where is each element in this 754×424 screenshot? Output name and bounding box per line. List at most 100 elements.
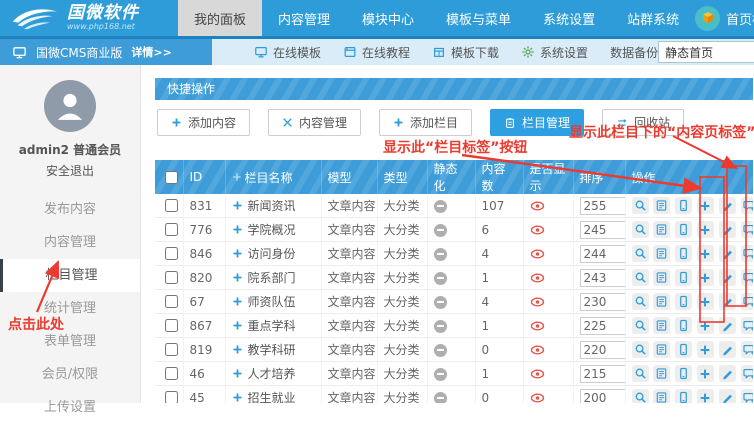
column-tag-icon[interactable] [741,341,753,358]
column-tag-icon[interactable] [741,197,753,214]
add-sub-column-icon[interactable] [697,317,714,334]
mobile-view-icon[interactable] [675,389,692,403]
details-link[interactable]: 详情>> [131,44,171,60]
content-list-icon[interactable] [653,269,670,286]
add-sub-column-icon[interactable] [697,197,714,214]
column-tag-icon[interactable] [741,245,753,262]
eye-icon[interactable] [530,393,567,403]
mobile-view-icon[interactable] [675,197,692,214]
column-tag-icon[interactable] [741,293,753,310]
add-sub-column-icon[interactable] [697,389,714,403]
sort-input[interactable] [580,317,626,335]
select-all-checkbox[interactable] [165,171,178,184]
static-page-select[interactable]: 静态首页 [658,41,754,63]
preview-search-icon[interactable] [632,293,649,310]
static-off-icon[interactable] [434,272,447,285]
link-system-settings[interactable]: 系统设置 [521,44,588,61]
static-off-icon[interactable] [434,248,447,261]
row-checkbox[interactable] [165,223,178,236]
edit-pencil-icon[interactable] [719,293,736,310]
sidebar-item-member-rights[interactable]: 会员/权限 [0,358,140,391]
sidebar-item-content-manage[interactable]: 内容管理 [0,226,140,259]
sort-input[interactable] [580,293,626,311]
sort-input[interactable] [580,245,626,263]
preview-search-icon[interactable] [632,197,649,214]
edit-pencil-icon[interactable] [719,341,736,358]
content-list-icon[interactable] [653,221,670,238]
column-tag-icon[interactable] [741,389,753,403]
edit-pencil-icon[interactable] [719,317,736,334]
sidebar-item-column-manage[interactable]: 栏目管理 [0,259,140,292]
sort-input[interactable] [580,365,626,383]
row-checkbox[interactable] [165,295,178,308]
eye-icon[interactable] [530,249,567,259]
static-off-icon[interactable] [434,320,447,333]
link-data-backup[interactable]: 数据备份 [610,44,658,61]
row-checkbox[interactable] [165,343,178,356]
row-checkbox[interactable] [165,319,178,332]
edit-pencil-icon[interactable] [719,245,736,262]
add-sub-column-icon[interactable] [697,269,714,286]
content-list-icon[interactable] [653,365,670,382]
expand-plus-icon[interactable] [232,368,243,379]
eye-icon[interactable] [530,273,567,283]
preview-search-icon[interactable] [632,365,649,382]
expand-plus-icon[interactable] [232,272,243,283]
row-checkbox[interactable] [165,199,178,212]
row-checkbox[interactable] [165,247,178,260]
add-sub-column-icon[interactable] [697,341,714,358]
static-off-icon[interactable] [434,296,447,309]
row-checkbox[interactable] [165,367,178,380]
preview-search-icon[interactable] [632,341,649,358]
edit-pencil-icon[interactable] [719,389,736,403]
eye-icon[interactable] [530,297,567,307]
column-tag-icon[interactable] [741,317,753,334]
preview-search-icon[interactable] [632,269,649,286]
mobile-view-icon[interactable] [675,293,692,310]
sort-input[interactable] [580,269,626,287]
expand-plus-icon[interactable] [232,296,243,307]
mobile-view-icon[interactable] [675,245,692,262]
add-content-button[interactable]: 添加内容 [157,109,250,136]
mobile-view-icon[interactable] [675,317,692,334]
eye-icon[interactable] [530,321,567,331]
expand-plus-icon[interactable] [232,320,243,331]
sidebar-item-upload-settings[interactable]: 上传设置 [0,391,140,424]
add-sub-column-icon[interactable] [697,365,714,382]
nav-my-panel[interactable]: 我的面板 [178,0,262,36]
logout-link[interactable]: 安全退出 [0,162,140,179]
eye-icon[interactable] [530,345,567,355]
row-checkbox[interactable] [165,391,178,403]
nav-system-settings[interactable]: 系统设置 [527,0,611,36]
link-template-download[interactable]: 模板下载 [432,44,499,61]
mobile-view-icon[interactable] [675,269,692,286]
sidebar-item-publish-content[interactable]: 发布内容 [0,193,140,226]
edit-pencil-icon[interactable] [719,365,736,382]
home-tag-link[interactable]: 首页标签 [726,9,754,28]
edit-pencil-icon[interactable] [719,269,736,286]
column-tag-icon[interactable] [741,269,753,286]
column-tag-icon[interactable] [741,221,753,238]
eye-icon[interactable] [530,201,567,211]
nav-site-group[interactable]: 站群系统 [611,0,695,36]
static-off-icon[interactable] [434,368,447,381]
preview-search-icon[interactable] [632,389,649,403]
column-tag-icon[interactable] [741,365,753,382]
content-list-icon[interactable] [653,245,670,262]
sort-input[interactable] [580,341,626,359]
mobile-view-icon[interactable] [675,365,692,382]
static-off-icon[interactable] [434,200,447,213]
sort-input[interactable] [580,221,626,239]
expand-plus-icon[interactable] [232,248,243,259]
link-online-tutorial[interactable]: 在线教程 [343,44,410,61]
content-manage-button[interactable]: 内容管理 [268,109,361,136]
mobile-view-icon[interactable] [675,341,692,358]
expand-plus-icon[interactable] [232,344,243,355]
product-badge[interactable]: 国微CMS商业版 详情>> [0,39,212,65]
eye-icon[interactable] [530,225,567,235]
add-sub-column-icon[interactable] [697,221,714,238]
link-online-templates[interactable]: 在线模板 [254,44,321,61]
add-sub-column-icon[interactable] [697,293,714,310]
expand-plus-icon[interactable] [232,200,243,211]
nav-module-center[interactable]: 模块中心 [346,0,430,36]
